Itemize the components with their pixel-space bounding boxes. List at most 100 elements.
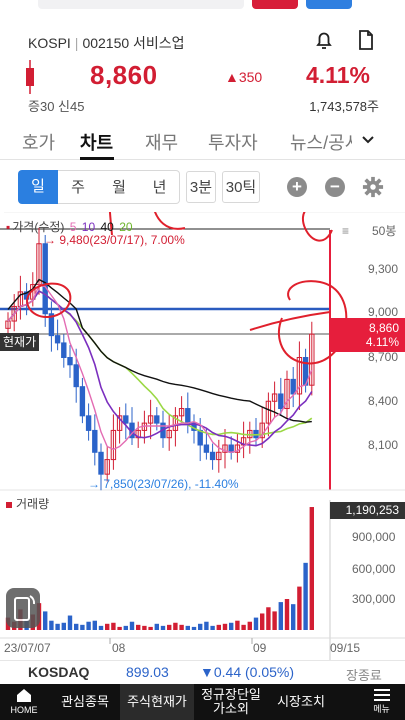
nav-menu[interactable]: 메뉴 bbox=[358, 684, 405, 720]
price-change: ▲350 bbox=[225, 69, 263, 85]
volume-title: 거래량 bbox=[6, 495, 49, 512]
volume-bar bbox=[105, 623, 110, 630]
volume-bar bbox=[49, 620, 54, 630]
x-tick: 08 bbox=[112, 641, 126, 655]
candle-body bbox=[278, 393, 284, 410]
candle-body bbox=[54, 335, 61, 344]
period-year[interactable]: 년 bbox=[140, 170, 180, 204]
sell-button[interactable] bbox=[306, 0, 352, 9]
period-minute[interactable]: 3분 bbox=[186, 171, 216, 203]
nav-market-action[interactable]: 시장조치 bbox=[268, 684, 334, 720]
tab-financials[interactable]: 재무 bbox=[145, 129, 178, 155]
volume-bar bbox=[86, 621, 91, 630]
legend-ma20: 20 bbox=[119, 220, 133, 234]
tab-orderbook[interactable]: 호가 bbox=[22, 129, 55, 155]
candle-body bbox=[85, 415, 92, 431]
volume-bar bbox=[253, 617, 259, 630]
buy-button[interactable] bbox=[252, 0, 298, 9]
bottom-navigation: HOME 관심종목 주식현재가 정규장단일가소외 시장조치 메뉴 bbox=[0, 684, 405, 720]
search-bar[interactable] bbox=[38, 0, 244, 9]
zoom-out-icon[interactable]: − bbox=[325, 177, 345, 197]
market-label: KOSPI bbox=[28, 35, 71, 51]
y-tick: 8,400 bbox=[368, 394, 399, 408]
tab-investors[interactable]: 투자자 bbox=[208, 129, 258, 155]
document-icon[interactable] bbox=[354, 28, 378, 52]
x-tick: 09/15 bbox=[330, 641, 361, 655]
legend-price: 가격(수정) bbox=[12, 220, 65, 234]
volume-series bbox=[5, 507, 314, 630]
volume-bar bbox=[185, 625, 190, 630]
candle-count[interactable]: 50봉 bbox=[372, 222, 396, 239]
candle-body bbox=[203, 444, 210, 453]
volume-bar bbox=[191, 626, 197, 630]
volume-bar bbox=[129, 621, 135, 630]
volume-bar bbox=[136, 624, 141, 630]
active-tab-indicator bbox=[80, 157, 114, 160]
volume-bar bbox=[278, 602, 283, 630]
volume-bar bbox=[303, 562, 308, 630]
period-week[interactable]: 주 bbox=[58, 170, 98, 204]
nav-home[interactable]: HOME bbox=[0, 684, 48, 720]
volume-bar bbox=[241, 624, 246, 630]
volume-bar bbox=[216, 624, 221, 630]
volume-bar bbox=[272, 611, 277, 630]
menu-lines-icon[interactable]: ≡ bbox=[342, 224, 349, 238]
candle-icon bbox=[26, 60, 34, 94]
price-chart[interactable] bbox=[0, 212, 405, 660]
legend-ma10: 10 bbox=[81, 220, 96, 234]
candle-body bbox=[42, 243, 48, 315]
candle-body bbox=[61, 342, 67, 358]
stock-breadcrumb: KOSPI | 002150 서비스업 bbox=[28, 35, 185, 51]
candle-body bbox=[209, 451, 216, 461]
volume-bar bbox=[291, 604, 296, 630]
volume-bar bbox=[309, 507, 314, 630]
volume-bar bbox=[204, 621, 209, 630]
chevron-down-icon[interactable] bbox=[360, 132, 376, 148]
tab-news[interactable]: 뉴스/공시 bbox=[290, 129, 352, 155]
candle-body bbox=[73, 364, 79, 388]
candle-body bbox=[290, 378, 296, 395]
nav-single-price[interactable]: 정규장단일가소외 bbox=[196, 684, 266, 720]
rotate-screen-button[interactable] bbox=[6, 588, 40, 628]
volume-bar bbox=[43, 611, 48, 630]
volume-bar bbox=[160, 625, 166, 630]
candle-body bbox=[79, 386, 86, 417]
volume-bar bbox=[247, 621, 252, 630]
stock-name: 서비스업 bbox=[133, 35, 185, 51]
candle-body bbox=[92, 429, 98, 453]
candle-body bbox=[67, 357, 73, 366]
y-tick: 8,700 bbox=[368, 350, 399, 364]
detail-tabs: 호가 차트 재무 투자자 뉴스/공시 bbox=[0, 120, 405, 160]
zoom-in-icon[interactable]: + bbox=[287, 177, 307, 197]
period-day[interactable]: 일 bbox=[18, 170, 58, 204]
volume-bar bbox=[297, 586, 302, 630]
period-tick[interactable]: 30틱 bbox=[222, 171, 260, 203]
change-percent: 4.11% bbox=[306, 62, 370, 88]
y-tick: 9,000 bbox=[368, 305, 399, 319]
index-name: KOSDAQ bbox=[28, 664, 90, 680]
volume-bar bbox=[179, 624, 184, 630]
tab-chart[interactable]: 차트 bbox=[80, 129, 113, 155]
nav-stock-price[interactable]: 주식현재가 bbox=[120, 684, 194, 720]
low-price-label: → 7,850(23/07/26), -11.40% bbox=[88, 477, 239, 491]
bell-icon[interactable] bbox=[312, 28, 336, 52]
volume-bar bbox=[198, 623, 203, 630]
last-price-tag: 8,860 4.11% bbox=[330, 318, 405, 352]
trade-volume: 1,743,578주 bbox=[309, 99, 379, 114]
volume-bar bbox=[92, 620, 97, 630]
volume-bar bbox=[98, 625, 104, 630]
stock-code: 002150 bbox=[82, 35, 130, 51]
volume-bar bbox=[260, 613, 265, 630]
candle-body bbox=[228, 444, 234, 453]
current-price-tag: 현재가 bbox=[0, 333, 40, 351]
volume-bar bbox=[123, 625, 128, 630]
volume-bar bbox=[74, 623, 79, 630]
candle-body bbox=[123, 415, 129, 424]
period-month[interactable]: 월 bbox=[98, 170, 140, 204]
volume-tick: 900,000 bbox=[352, 530, 396, 544]
ma5-line bbox=[7, 284, 313, 454]
volume-bar bbox=[148, 626, 153, 630]
nav-watchlist[interactable]: 관심종목 bbox=[52, 684, 118, 720]
index-ticker[interactable]: KOSDAQ 899.03 ▼0.44 (0.05%) 장종료 bbox=[0, 660, 405, 684]
gear-icon[interactable] bbox=[362, 176, 384, 198]
